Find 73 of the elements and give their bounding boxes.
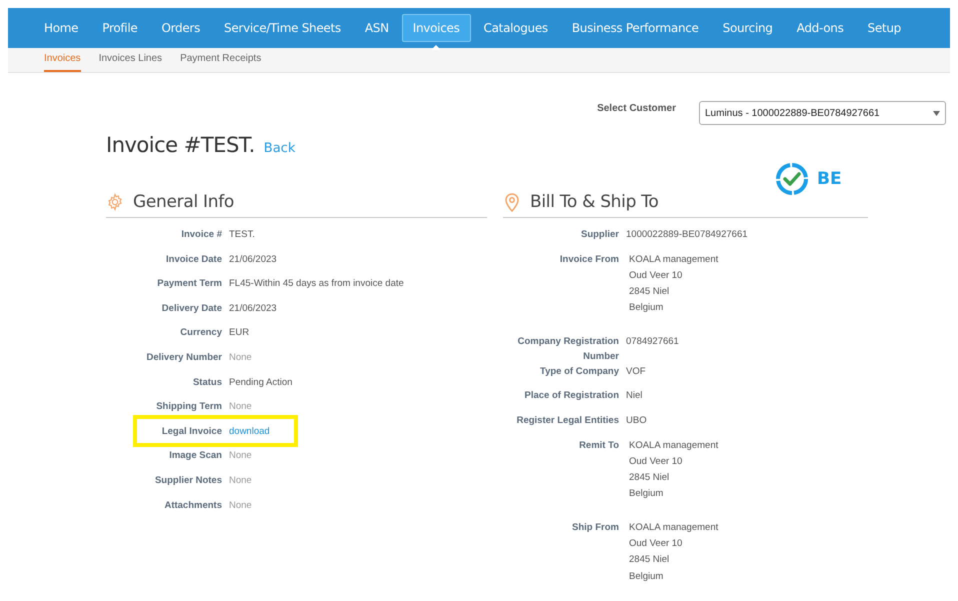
nav-tab[interactable]: Orders [150,14,212,42]
nav-tab[interactable]: Business Performance [560,14,710,42]
caret-icon [933,110,940,116]
field-label: Remit To [578,438,619,453]
field-value: 21/06/2023 [229,252,278,267]
sub-tab[interactable]: Invoices [44,48,81,72]
page-title: Invoice #TEST. [106,133,255,157]
address-line: Oud Veer 10 [629,454,684,469]
nav-tab[interactable]: Setup [856,14,912,42]
address-line: Belgium [629,570,664,584]
address-line: 2845 Niel [629,471,670,486]
location-pin-icon [503,192,521,212]
sub-tab[interactable]: Payment Receipts [180,48,262,72]
select-customer-label: Select Customer [597,102,676,114]
field-label: Company Registration Number [516,334,619,364]
field-value: UBO [626,414,648,428]
field-label: Supplier [580,228,619,242]
address-line: Belgium [629,301,664,316]
field-value: 0784927661 [626,334,680,349]
field-label: Attachments [163,498,222,513]
nav-tab[interactable]: Sourcing [712,14,784,42]
address-line: KOALA management [629,438,720,453]
nav-tab[interactable]: Service/Time Sheets [213,14,352,42]
field-value: FL45-Within 45 days as from invoice date [229,277,405,292]
back-link[interactable]: Back [264,141,296,156]
field-label: Status [192,376,222,390]
field-label: Currency [179,326,222,340]
field-label: Invoice # [180,228,222,242]
address-line: Oud Veer 10 [629,537,684,552]
field-label: Ship From [571,520,619,535]
field-label: Supplier Notes [154,474,222,488]
section-title: General Info [133,192,234,212]
address-line: Oud Veer 10 [629,268,684,283]
field-value: None [229,474,253,488]
field-value: 21/06/2023 [229,302,278,316]
field-label: Delivery Date [160,302,222,316]
field-value: EUR [229,326,250,340]
field-value: Pending Action [229,376,294,390]
field-label: Place of Registration [524,389,619,404]
nav-tab[interactable]: Catalogues [472,14,559,42]
nav-tab[interactable]: Add-ons [786,14,855,42]
address-line: KOALA management [629,520,720,535]
field-label: Image Scan [168,449,222,464]
address-line: 2845 Niel [629,285,670,300]
address-line: 2845 Niel [629,553,670,568]
field-value: 1000022889-BE0784927661 [626,228,749,242]
field-value: VOF [626,364,647,379]
field-label: Legal Invoice [160,424,222,439]
section-title: Bill To & Ship To [530,192,658,212]
address-line: KOALA management [629,252,720,267]
nav-tab[interactable]: ASN [354,14,400,42]
field-value: None [229,350,253,365]
address-line: Belgium [629,487,664,502]
field-value: None [229,498,253,513]
customer-dropdown[interactable]: Luminus - 1000022889-BE0784927661 [699,101,946,125]
field-label: Shipping Term [155,400,222,414]
sub-tab[interactable]: Invoices Lines [98,48,162,72]
field-value: Niel [626,389,644,404]
download-link[interactable]: download [229,424,487,439]
gear-icon [106,192,124,210]
check-circle-icon [775,162,809,196]
nav-tab[interactable]: Profile [91,14,148,42]
field-value: None [229,449,253,464]
field-value: TEST. [229,228,256,242]
field-label: Payment Term [156,277,222,292]
field-label: Type of Company [539,364,619,379]
country-code: BE [817,169,842,189]
field-value: None [229,400,253,414]
field-label: Invoice From [558,252,619,267]
field-label: Register Legal Entities [516,414,619,428]
field-label: Delivery Number [145,350,222,365]
nav-tab[interactable]: Home [33,14,90,42]
field-label: Invoice Date [165,252,222,267]
